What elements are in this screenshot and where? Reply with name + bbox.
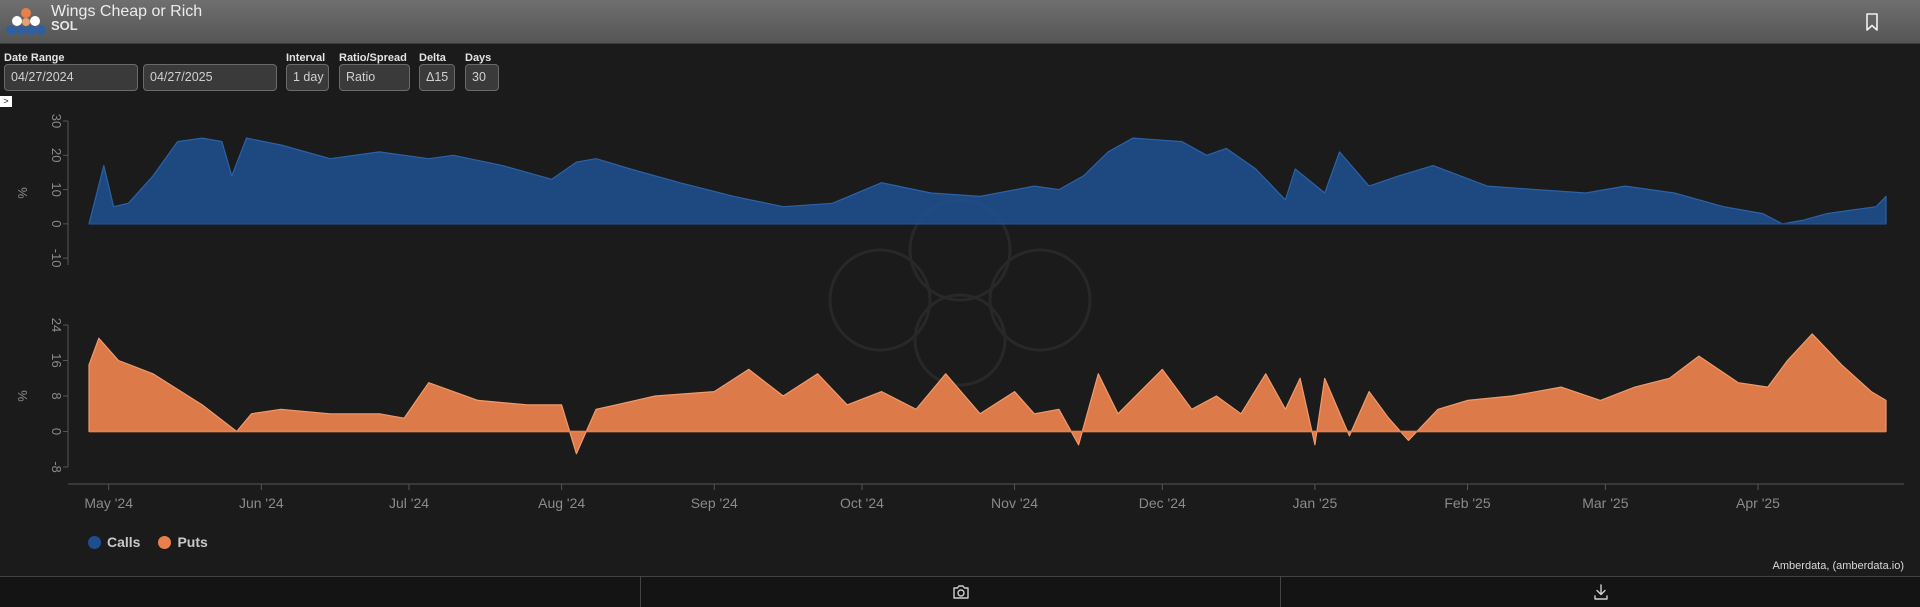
x-tick-label: Oct '24 <box>840 495 884 511</box>
legend-label-calls: Calls <box>107 534 141 550</box>
puts-y-tick-label: 24 <box>49 318 64 332</box>
download-button[interactable] <box>1280 577 1920 607</box>
x-tick-label: Aug '24 <box>538 495 585 511</box>
chart-footer <box>0 576 1920 607</box>
calls-y-tick-label: -10 <box>49 249 64 268</box>
puts-y-tick-label: 16 <box>49 353 64 367</box>
camera-icon <box>952 585 969 599</box>
puts-y-tick-label: -8 <box>49 461 64 473</box>
x-tick-label: Jun '24 <box>239 495 284 511</box>
x-tick-label: Nov '24 <box>991 495 1038 511</box>
screenshot-button[interactable] <box>640 577 1280 607</box>
puts-y-tick-label: 8 <box>49 392 64 399</box>
watermark-logo <box>828 198 1092 387</box>
calls-y-tick-label: 10 <box>49 182 64 196</box>
x-tick-label: Sep '24 <box>691 495 738 511</box>
x-tick-label: Mar '25 <box>1582 495 1628 511</box>
calls-y-tick-label: 20 <box>49 148 64 162</box>
puts-y-tick-label: 0 <box>49 428 64 435</box>
x-tick-label: Apr '25 <box>1736 495 1780 511</box>
legend-item-calls[interactable]: Calls <box>88 534 140 550</box>
x-tick-label: Feb '25 <box>1444 495 1490 511</box>
legend-label-puts: Puts <box>177 534 208 550</box>
calls-y-axis-label: % <box>15 187 30 199</box>
data-credit: Amberdata, (amberdata.io) <box>1772 560 1904 572</box>
legend-swatch-calls <box>88 535 101 549</box>
calls-area-series[interactable] <box>88 137 1887 225</box>
puts-area-series[interactable] <box>88 333 1887 455</box>
chart-area: -10 0 10 20 30% -8 0 8 16 24% May '24 Jun '24 Jul '… <box>15 114 1904 511</box>
legend-item-puts[interactable]: Puts <box>158 534 208 550</box>
puts-y-axis-label: % <box>15 390 30 402</box>
x-tick-label: Jul '24 <box>389 495 429 511</box>
x-tick-label: Jan '25 <box>1293 495 1338 511</box>
legend: Calls Puts <box>88 534 208 550</box>
calls-y-tick-label: 0 <box>49 220 64 227</box>
footer-blank-button[interactable] <box>0 577 640 607</box>
x-tick-label: Dec '24 <box>1139 495 1186 511</box>
download-icon <box>1593 584 1608 600</box>
x-tick-label: May '24 <box>84 495 133 511</box>
legend-swatch-puts <box>158 535 172 549</box>
calls-y-tick-label: 30 <box>49 114 64 128</box>
